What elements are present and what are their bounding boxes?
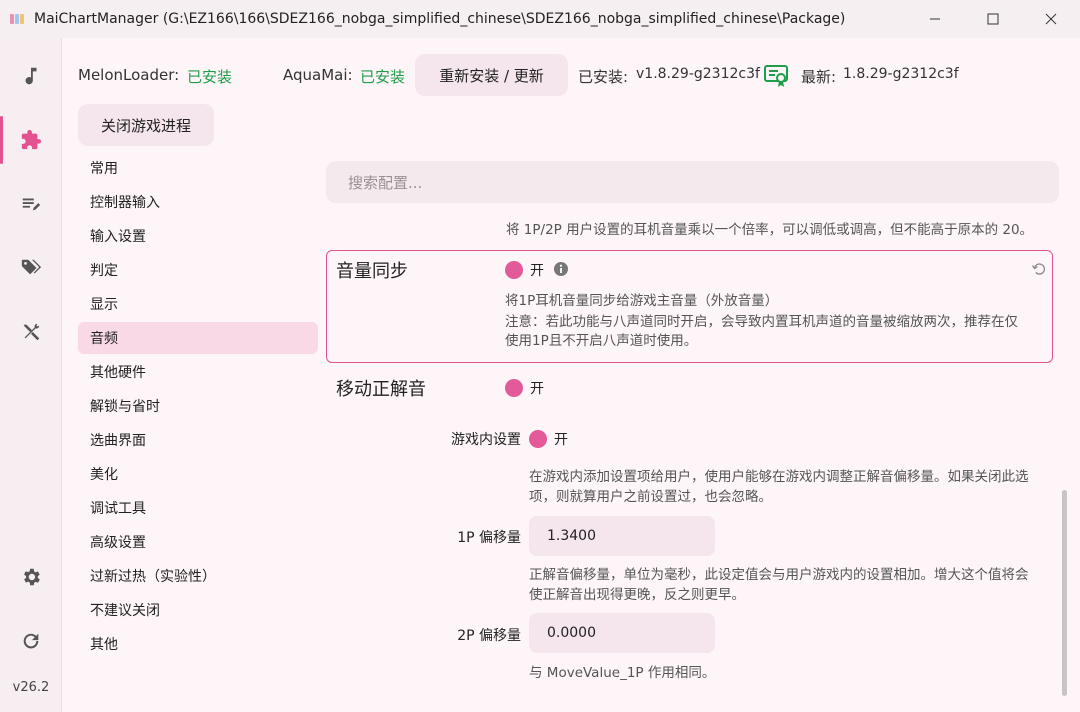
window-title: MaiChartManager (G:\EZ166\166\SDEZ166_no… <box>34 11 846 27</box>
info-icon[interactable] <box>553 261 569 281</box>
volume-sync-desc-2: 注意：若此功能与八声道同时开启，会导致内置耳机声道的音量被缩放两次，推荐在仅 <box>505 314 1018 330</box>
gear-icon <box>24 568 40 586</box>
p2-offset-desc: 与 MoveValue_1P 作用相同。 <box>529 665 716 681</box>
in-game-setting-toggle[interactable] <box>529 430 547 448</box>
puzzle-icon <box>21 129 42 150</box>
in-game-setting-desc-2: 项，则就算用户之前设置过，也会忽略。 <box>529 489 772 505</box>
close-game-process-button[interactable]: 关闭游戏进程 <box>78 104 214 146</box>
latest-label: 最新: <box>801 68 837 86</box>
music-note-icon <box>25 67 37 85</box>
latest-version: 1.8.29-g2312c3f <box>843 66 959 82</box>
rail-item-tools[interactable] <box>0 308 62 356</box>
p1-offset-label: 1P 偏移量 <box>457 530 521 546</box>
p2-offset-label: 2P 偏移量 <box>457 628 521 644</box>
volume-sync-toggle[interactable] <box>505 261 523 279</box>
edit-list-icon <box>22 198 41 211</box>
close-icon <box>1045 13 1057 25</box>
melonloader-label: MelonLoader: <box>78 66 180 84</box>
refresh-icon <box>23 633 39 649</box>
move-answer-toggle[interactable] <box>505 379 523 397</box>
nav-item-other-hardware[interactable]: 其他硬件 <box>78 356 318 388</box>
p1-offset-desc-1: 正解音偏移量，单位为毫秒，此设定值会与用户游戏内的设置相加。增大这个值将会 <box>529 567 1029 583</box>
installed-label: 已安装: <box>578 68 629 86</box>
volume-sync-desc-1: 将1P耳机音量同步给游戏主音量（外放音量） <box>505 293 779 309</box>
aquamai-status: 已安装 <box>360 68 406 86</box>
rail-item-settings[interactable] <box>0 553 62 601</box>
p2-offset-input[interactable]: 0.0000 <box>529 613 715 653</box>
nav-item-debug-tools[interactable]: 调试工具 <box>78 492 318 524</box>
rail-item-mods[interactable] <box>0 116 62 164</box>
nav-item-experimental[interactable]: 过新过热（实验性） <box>78 560 318 592</box>
certificate-icon[interactable] <box>763 63 789 93</box>
melonloader-status: 已安装 <box>187 68 233 86</box>
nav-item-other[interactable]: 其他 <box>78 628 318 660</box>
aquamai-label: AquaMai: <box>283 66 353 84</box>
volume-sync-desc-3: 使用1P且不开启八声道时使用。 <box>505 333 698 349</box>
nav-item-advanced[interactable]: 高级设置 <box>78 526 318 558</box>
rail-item-tags[interactable] <box>0 244 62 292</box>
nav-item-music-select[interactable]: 选曲界面 <box>78 424 318 456</box>
minimize-button[interactable] <box>906 0 964 38</box>
move-answer-title: 移动正解音 <box>336 379 426 400</box>
rail-item-edit-list[interactable] <box>0 180 62 228</box>
minimize-icon <box>930 18 940 20</box>
reinstall-update-button[interactable]: 重新安装 / 更新 <box>415 54 568 96</box>
app-logo-icon <box>10 14 24 24</box>
rail-item-refresh[interactable] <box>0 617 62 665</box>
close-window-button[interactable] <box>1022 0 1080 38</box>
nav-item-beautify[interactable]: 美化 <box>78 458 318 490</box>
title-bar: MaiChartManager (G:\EZ166\166\SDEZ166_no… <box>0 0 1080 38</box>
in-game-setting-toggle-label: 开 <box>554 432 568 448</box>
move-answer-toggle-label: 开 <box>530 381 544 397</box>
nav-item-controller-input[interactable]: 控制器输入 <box>78 186 318 218</box>
side-rail: v26.2 <box>0 38 62 712</box>
nav-item-input-settings[interactable]: 输入设置 <box>78 220 318 252</box>
installed-version: v1.8.29-g2312c3f <box>636 66 760 82</box>
volume-sync-toggle-label: 开 <box>530 263 544 279</box>
tags-icon <box>21 259 42 275</box>
p1-offset-desc-2: 使正解音出现得更晚，反之则更早。 <box>529 587 745 603</box>
nav-item-not-recommended-off[interactable]: 不建议关闭 <box>78 594 318 626</box>
in-game-setting-label: 游戏内设置 <box>451 432 521 448</box>
tools-icon <box>23 323 40 341</box>
volume-sync-title: 音量同步 <box>336 261 408 282</box>
maximize-button[interactable] <box>964 0 1022 38</box>
nav-item-unlock-timesave[interactable]: 解锁与省时 <box>78 390 318 422</box>
p1-offset-input[interactable]: 1.3400 <box>529 516 715 556</box>
nav-item-judgement[interactable]: 判定 <box>78 254 318 286</box>
config-search-input[interactable]: 搜索配置... <box>326 161 1059 203</box>
nav-item-display[interactable]: 显示 <box>78 288 318 320</box>
prev-option-desc: 将 1P/2P 用户设置的耳机音量乘以一个倍率，可以调低或调高，但不能高于原本的… <box>506 222 1034 238</box>
content-scrollbar[interactable] <box>1062 490 1067 696</box>
app-version: v26.2 <box>12 680 50 695</box>
nav-item-common[interactable]: 常用 <box>78 152 318 184</box>
rail-item-music[interactable] <box>0 52 62 100</box>
reset-icon[interactable] <box>1031 261 1047 281</box>
in-game-setting-desc-1: 在游戏内添加设置项给用户，使用户能够在游戏内调整正解音偏移量。如果关闭此选 <box>529 469 1029 485</box>
nav-item-audio[interactable]: 音频 <box>78 322 318 354</box>
maximize-icon <box>987 13 999 25</box>
